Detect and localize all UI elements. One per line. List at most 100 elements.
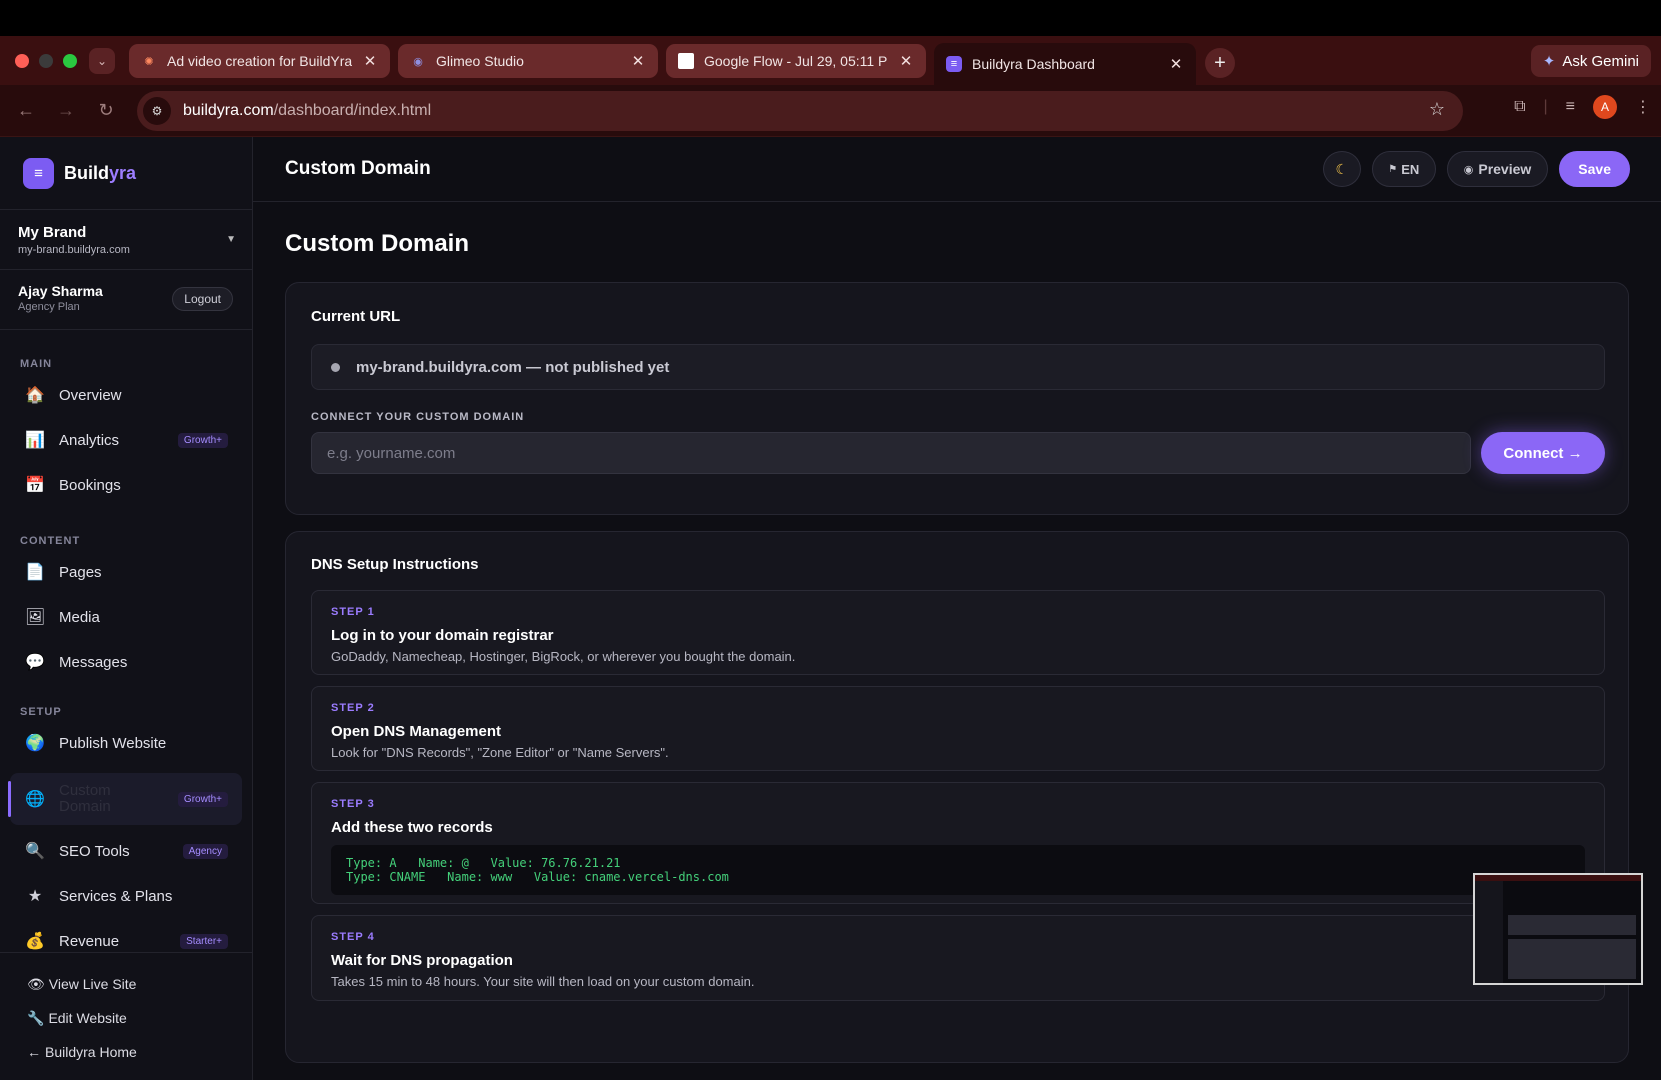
sidebar-item-pages[interactable]: 📄 Pages — [10, 550, 242, 594]
image-icon: 🖼 — [25, 609, 46, 626]
sidebar-item-custom-domain[interactable]: 🌐 Custom Domain Growth+ — [8, 773, 242, 825]
asterisk-icon: ✺ — [144, 55, 154, 68]
sidebar-item-overview[interactable]: 🏠 Overview — [10, 373, 242, 417]
tab-search-button[interactable]: ⌄ — [89, 47, 115, 74]
brand-name: Buildyra — [64, 163, 136, 184]
connect-button[interactable]: Connect → — [1481, 432, 1605, 474]
screenshot-thumbnail[interactable] — [1473, 873, 1643, 985]
browser-tab-active[interactable]: ≡ Buildyra Dashboard ✕ — [934, 43, 1196, 85]
page-header: Custom Domain ☾ ⚑ EN ◉ Preview Save — [253, 137, 1661, 202]
view-live-site-link[interactable]: 👁 View Live Site — [0, 967, 252, 1001]
link-label: View Live Site — [48, 976, 137, 992]
browser-tab-strip: ⌄ ✺ Ad video creation for BuildYra ✕ ◉ G… — [0, 36, 1661, 85]
close-icon[interactable]: ✕ — [896, 52, 916, 70]
left-arrow-icon: ← — [27, 1044, 41, 1060]
globe-icon: 🌍 — [25, 735, 45, 752]
sidebar-item-label: Revenue — [59, 932, 120, 950]
calendar-icon: 📅 — [25, 477, 45, 494]
connect-domain-label: CONNECT YOUR CUSTOM DOMAIN — [311, 411, 525, 423]
profile-avatar[interactable]: A — [1593, 95, 1617, 119]
sidebar-item-label: Messages — [59, 653, 128, 671]
header-title: Custom Domain — [285, 158, 431, 179]
preview-button[interactable]: ◉ Preview — [1446, 151, 1549, 187]
browser-menu-icon[interactable]: ⋮ — [1635, 97, 1651, 117]
current-url-display: my-brand.buildyra.com — not published ye… — [311, 344, 1605, 390]
browser-toolbar: ← → ↻ ⚙ buildyra.com/dashboard/index.htm… — [0, 85, 1661, 137]
address-bar[interactable]: ⚙ buildyra.com/dashboard/index.html ☆ — [137, 91, 1463, 131]
plan-badge: Starter+ — [180, 933, 228, 949]
bookmark-star-icon[interactable]: ☆ — [1429, 99, 1445, 120]
app-root: ≡ Buildyra My Brand my-brand.buildyra.co… — [0, 137, 1661, 1080]
reload-icon[interactable]: ↻ — [86, 100, 126, 121]
dns-step: STEP 1 Log in to your domain registrar G… — [311, 590, 1605, 675]
sidebar-item-publish[interactable]: 🌍 Publish Website — [10, 721, 242, 765]
extensions-icon[interactable]: ⧉ — [1514, 98, 1525, 116]
browser-tab[interactable]: ✺ Ad video creation for BuildYra ✕ — [129, 44, 390, 78]
step-label: STEP 1 — [331, 606, 375, 618]
status-dot-icon — [331, 362, 340, 372]
tab-title: Google Flow - Jul 29, 05:11 PM — [704, 53, 888, 69]
star-icon: ★ — [27, 888, 43, 905]
close-icon[interactable]: ✕ — [628, 52, 648, 70]
page-icon — [678, 53, 694, 69]
minimize-window-button[interactable] — [39, 53, 53, 68]
brand-header[interactable]: ≡ Buildyra — [0, 137, 252, 210]
sidebar-item-media[interactable]: 🖼 Media — [10, 595, 242, 639]
brand-name-accent: yra — [109, 162, 137, 183]
tab-title: Buildyra Dashboard — [972, 56, 1095, 72]
forward-arrow-icon[interactable]: → — [46, 100, 86, 121]
step-title: Open DNS Management — [331, 723, 502, 740]
plus-icon: + — [1214, 51, 1226, 74]
media-control-icon[interactable]: ≡ — [1566, 98, 1575, 116]
plan-badge: Agency — [182, 843, 228, 859]
toolbar-divider: | — [1543, 98, 1548, 115]
save-button[interactable]: Save — [1559, 151, 1630, 187]
close-icon[interactable]: ✕ — [1166, 55, 1186, 73]
site-selector[interactable]: My Brand my-brand.buildyra.com ▼ — [0, 210, 252, 270]
sidebar-item-messages[interactable]: 💬 Messages — [10, 640, 242, 684]
new-tab-button[interactable]: + — [1205, 48, 1235, 78]
buildyra-logo-icon: ≡ — [23, 157, 54, 189]
plan-badge: Growth+ — [177, 432, 228, 448]
preview-label: Preview — [1478, 161, 1532, 177]
browser-tab[interactable]: ◉ Glimeo Studio ✕ — [398, 44, 658, 78]
link-label: Edit Website — [48, 1010, 127, 1026]
sidebar-item-label: Analytics — [59, 431, 120, 449]
flag-icon: ⚑ — [1388, 163, 1398, 175]
main-content: Custom Domain ☾ ⚑ EN ◉ Preview Save Custom… — [253, 137, 1661, 1080]
logout-button[interactable]: Logout — [172, 287, 233, 311]
theme-toggle-button[interactable]: ☾ — [1322, 151, 1361, 187]
sidebar-item-label: Bookings — [59, 476, 121, 494]
step-label: STEP 4 — [331, 931, 375, 943]
back-arrow-icon[interactable]: ← — [6, 100, 46, 121]
section-label-content: CONTENT — [20, 535, 81, 547]
custom-domain-input[interactable] — [311, 432, 1471, 474]
sidebar-item-services[interactable]: ★ Services & Plans — [10, 874, 242, 918]
edit-website-link[interactable]: 🔧 Edit Website — [0, 1001, 252, 1035]
globe-grid-icon: 🌐 — [25, 791, 45, 808]
user-panel: Ajay Sharma Agency Plan Logout — [0, 270, 252, 330]
step-label: STEP 3 — [331, 798, 375, 810]
tab-title: Glimeo Studio — [436, 53, 524, 69]
language-label: EN — [1401, 161, 1420, 177]
close-window-button[interactable] — [15, 53, 29, 68]
sidebar-item-label: Pages — [59, 563, 102, 581]
sidebar-item-seo[interactable]: 🔍 SEO Tools Agency — [10, 829, 242, 873]
ask-gemini-button[interactable]: ✦ Ask Gemini — [1530, 45, 1651, 77]
plan-badge: Growth+ — [177, 791, 228, 807]
dns-records-code[interactable]: Type: A Name: @ Value: 76.76.21.21 Type:… — [331, 845, 1585, 895]
buildyra-home-link[interactable]: ← Buildyra Home — [0, 1035, 252, 1069]
sidebar-item-bookings[interactable]: 📅 Bookings — [10, 463, 242, 507]
maximize-window-button[interactable] — [63, 53, 77, 68]
language-button[interactable]: ⚑ EN — [1371, 151, 1436, 187]
close-icon[interactable]: ✕ — [360, 52, 380, 70]
page-icon: 📄 — [25, 564, 45, 581]
dns-step: STEP 2 Open DNS Management Look for "DNS… — [311, 686, 1605, 771]
sidebar-item-analytics[interactable]: 📊 Analytics Growth+ — [10, 418, 242, 462]
browser-tab[interactable]: Google Flow - Jul 29, 05:11 PM ✕ — [666, 44, 926, 78]
url-text[interactable]: buildyra.com/dashboard/index.html — [183, 102, 431, 120]
circle-icon: ◉ — [413, 55, 423, 68]
home-icon: 🏠 — [25, 387, 45, 404]
step-description: GoDaddy, Namecheap, Hostinger, BigRock, … — [331, 649, 796, 664]
site-info-icon[interactable]: ⚙ — [143, 97, 171, 125]
